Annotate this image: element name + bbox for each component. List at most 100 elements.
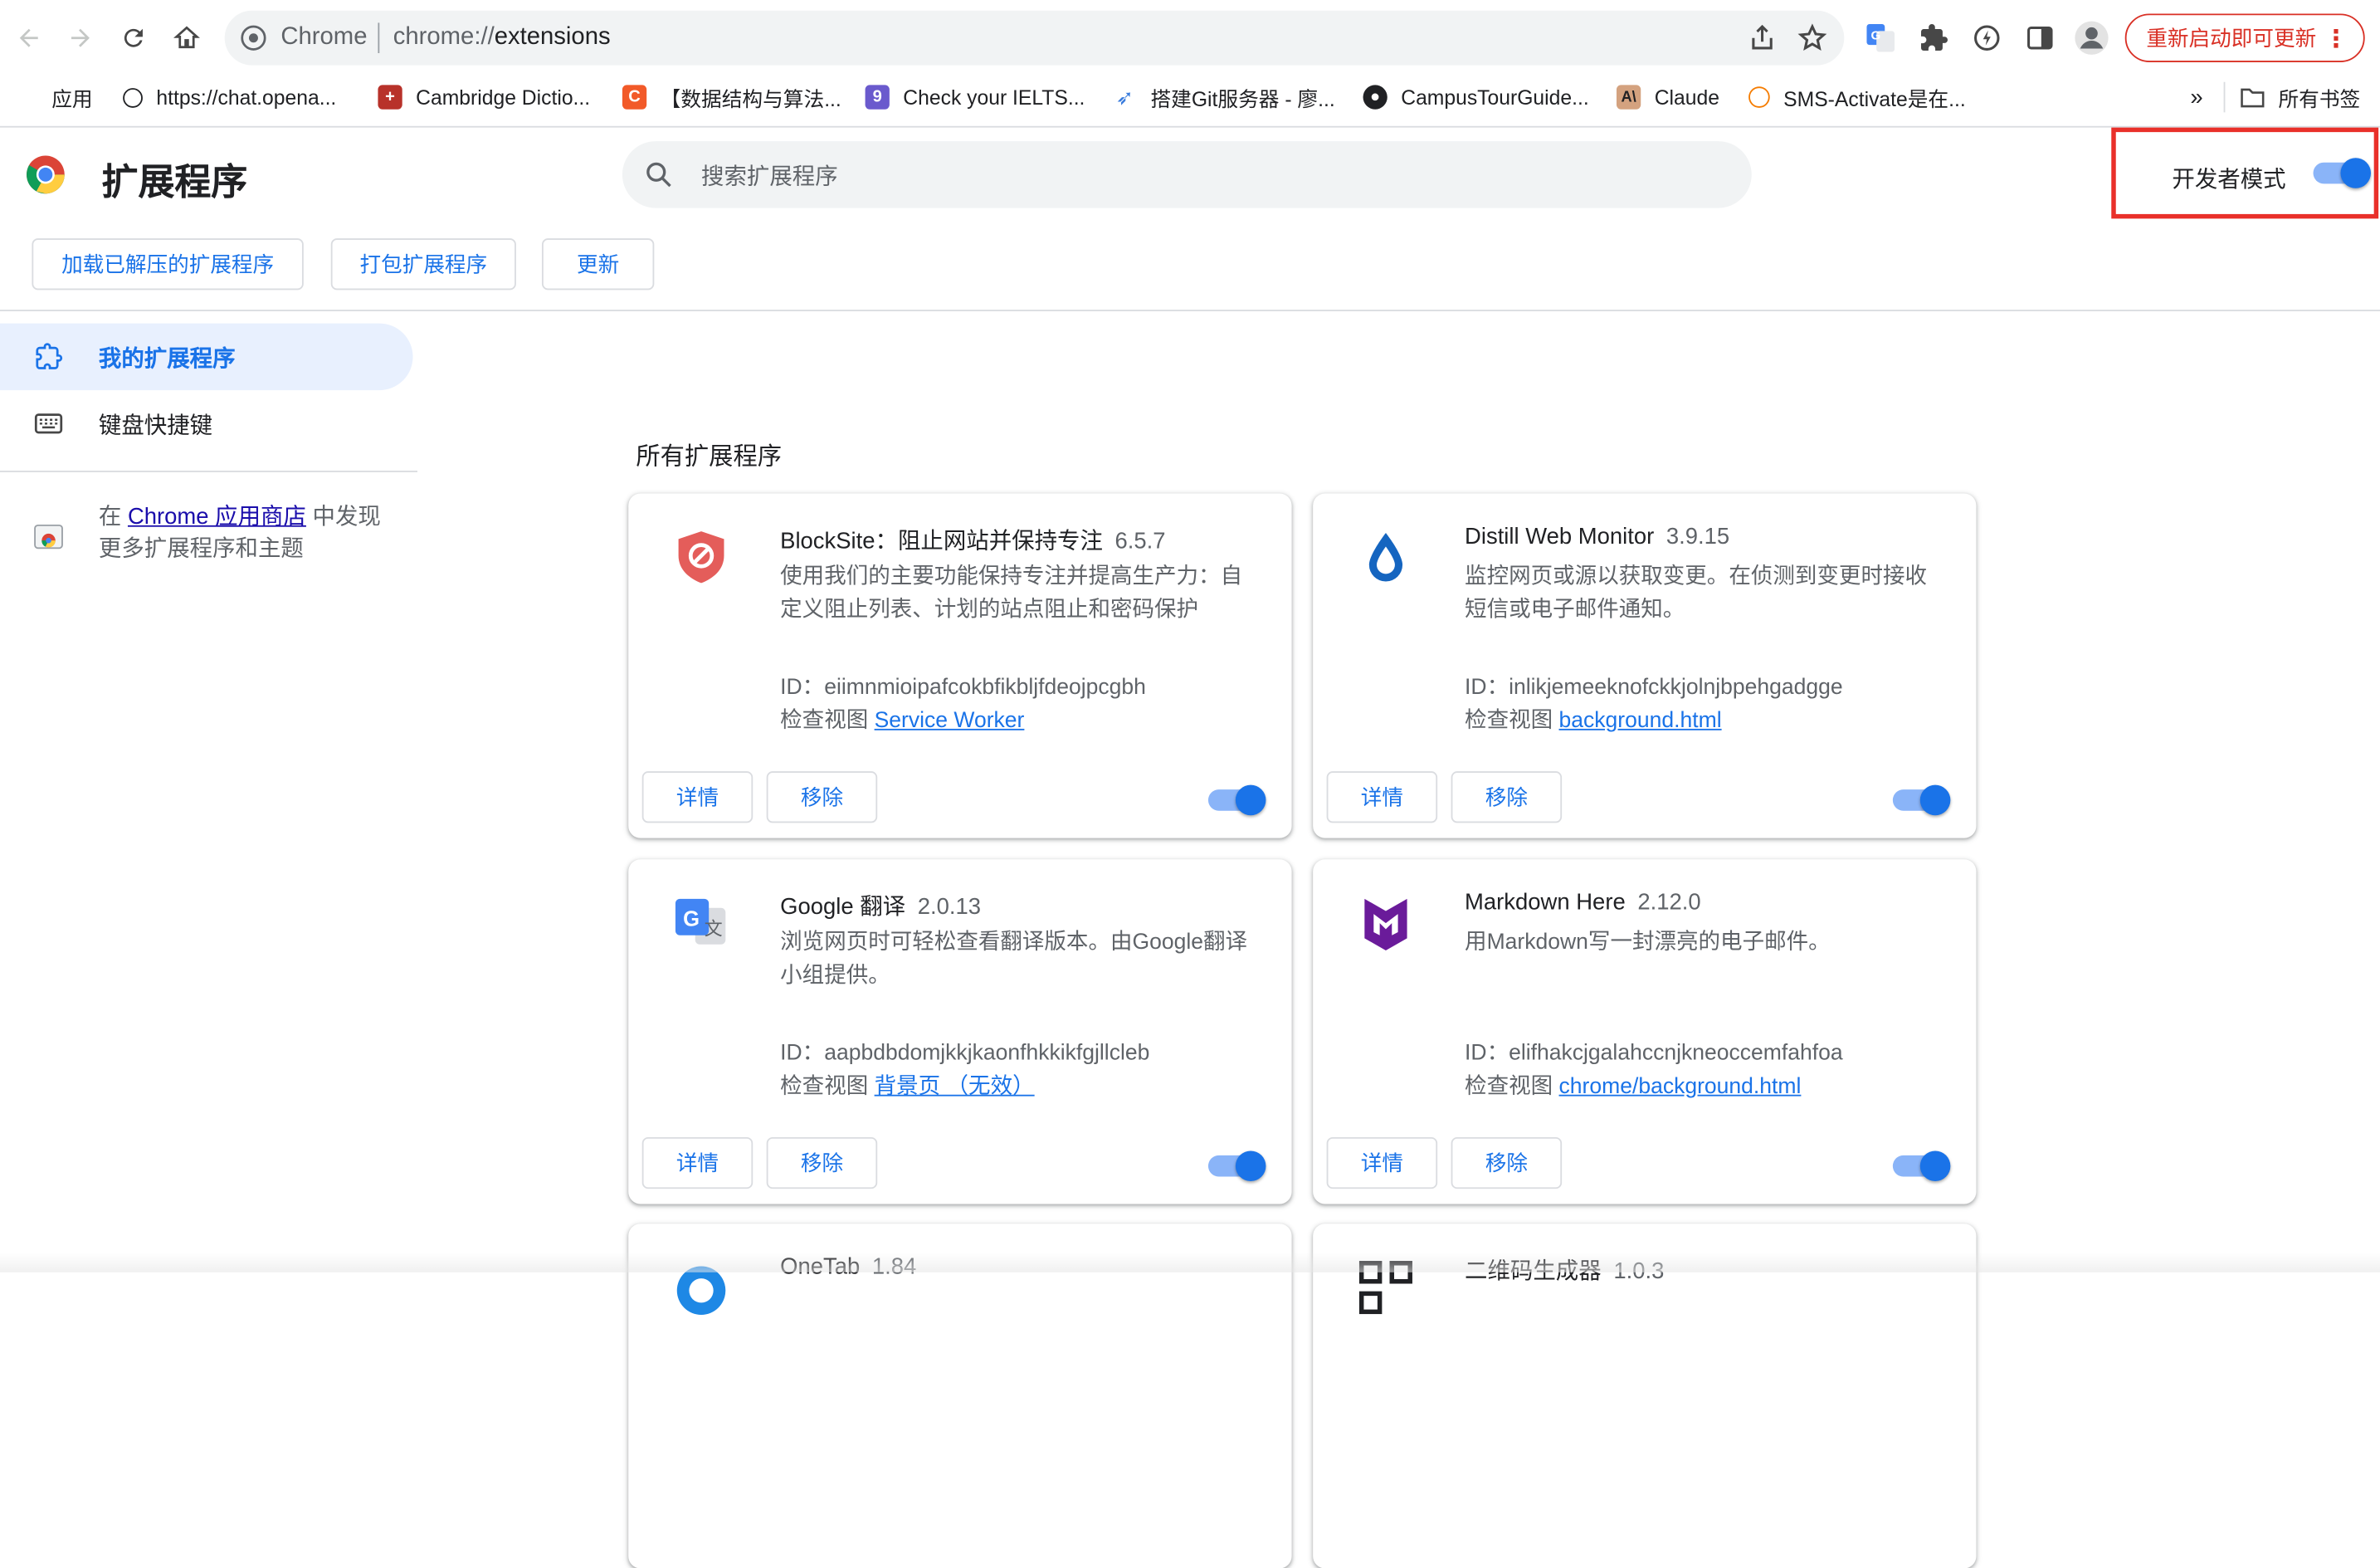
inspect-views-row: 检查视图 background.html (1465, 703, 1722, 735)
sidebar-item-my-extensions[interactable]: 我的扩展程序 (0, 323, 413, 391)
extension-search[interactable] (622, 141, 1752, 208)
page-title: 扩展程序 (101, 162, 248, 204)
remove-button[interactable]: 移除 (766, 771, 878, 823)
inspect-view-link[interactable]: background.html (1559, 709, 1722, 733)
bookmark-label: Claude (1654, 85, 1719, 109)
google-translate-ext-button[interactable]: G (1862, 20, 1899, 56)
inspect-view-link[interactable]: Service Worker (875, 709, 1025, 733)
bookmark-claude[interactable]: A\ Claude (1616, 82, 1719, 113)
bookmark-star-button[interactable] (1797, 22, 1828, 61)
extension-enable-toggle[interactable] (1892, 784, 1951, 816)
store-prefix: 在 (98, 504, 128, 530)
bookmark-chatgpt[interactable]: https://chat.opena... (123, 82, 336, 113)
rocket-icon: ➶ (1115, 84, 1134, 109)
bookmark-label: Check your IELTS... (903, 85, 1085, 109)
bookmark-data-structures[interactable]: C 【数据结构与算法... (622, 82, 841, 113)
extension-id-row: ID：eiimnmioipafcokbfikbljfdeojpcgbh (780, 670, 1146, 701)
back-button[interactable] (11, 20, 47, 56)
sidebar-divider (0, 471, 417, 472)
relaunch-update-button[interactable]: 重新启动即可更新 ⋮ (2124, 13, 2365, 62)
bookmark-label: 应用 (51, 88, 93, 111)
bookmark-git-server[interactable]: ➶ 搭建Git服务器 - 廖... (1113, 82, 1335, 113)
extension-name-row: Markdown Here 2.12.0 (1465, 890, 1701, 916)
svg-text:G: G (1870, 28, 1880, 42)
sidebar-item-keyboard-shortcuts[interactable]: 键盘快捷键 (0, 390, 413, 457)
side-panel-button[interactable] (2022, 20, 2058, 56)
bookmark-label: Cambridge Dictio... (416, 85, 591, 109)
extension-card-google-translate: G文 Google 翻译 2.0.13 浏览网页时可轻松查看翻译版本。由Googl… (628, 859, 1292, 1204)
chrome-logo-icon (27, 155, 65, 194)
details-button[interactable]: 详情 (1326, 771, 1438, 823)
extension-version: 2.12.0 (1637, 889, 1701, 916)
profile-button[interactable] (2074, 20, 2110, 56)
reload-button[interactable] (115, 20, 152, 56)
extension-enable-toggle[interactable] (1207, 784, 1266, 816)
developer-mode-toggle[interactable] (2313, 158, 2372, 188)
inspect-view-link[interactable]: chrome/background.html (1559, 1075, 1802, 1099)
remove-button[interactable]: 移除 (766, 1136, 878, 1189)
speed-icon (1974, 25, 2000, 51)
extension-enable-toggle[interactable] (1207, 1150, 1266, 1182)
extension-description: 浏览网页时可轻松查看翻译版本。由Google翻译小组提供。 (780, 931, 1248, 989)
home-button[interactable] (168, 20, 205, 56)
extension-version: 2.0.13 (917, 894, 982, 921)
toggle-knob (1235, 1150, 1266, 1182)
extension-id-row: ID：aapbdbdomjkkjkaonfhkkikfgjllcleb (780, 1035, 1149, 1067)
bookmark-label: 搭建Git服务器 - 廖... (1150, 88, 1335, 111)
toggle-knob (2340, 158, 2372, 188)
arrow-left-icon (19, 28, 38, 47)
search-input[interactable] (698, 158, 1706, 195)
address-bar[interactable]: Chrome chrome://extensions (224, 10, 1845, 66)
bookmark-apps[interactable]: 应用 (17, 82, 92, 113)
folder-icon (2241, 85, 2265, 109)
bookmark-sms-activate[interactable]: SMS-Activate是在... (1748, 82, 1966, 113)
bookmark-ielts[interactable]: 9 Check your IELTS... (865, 82, 1085, 113)
performance-button[interactable] (1968, 20, 2005, 56)
details-button[interactable]: 详情 (641, 1136, 754, 1189)
inspect-view-link[interactable]: 背景页 （无效） (875, 1075, 1035, 1099)
developer-mode-label: 开发者模式 (2172, 167, 2286, 193)
inspect-views-row: 检查视图 Service Worker (780, 703, 1024, 735)
bookmarks-overflow-button[interactable]: » (2190, 82, 2202, 113)
remove-button[interactable]: 移除 (1451, 1136, 1563, 1189)
id-prefix: ID： (780, 1041, 825, 1067)
header-divider (0, 310, 2380, 311)
chrome-web-store-link[interactable]: Chrome 应用商店 (128, 504, 306, 530)
share-button[interactable] (1747, 22, 1778, 61)
bookmark-all-bookmarks[interactable]: 所有书签 (2241, 82, 2360, 113)
extension-id: eiimnmioipafcokbfikbljfdeojpcgbh (824, 675, 1146, 701)
section-title: 所有扩展程序 (636, 444, 783, 471)
remove-button[interactable]: 移除 (1451, 771, 1563, 823)
bookmark-label: CampusTourGuide... (1401, 85, 1589, 109)
pack-extension-button[interactable]: 打包扩展程序 (330, 238, 516, 291)
load-unpacked-button[interactable]: 加载已解压的扩展程序 (32, 238, 304, 291)
extension-card-blocksite: BlockSite：阻止网站并保持专注 6.5.7 使用我们的主要功能保持专注并提… (628, 493, 1292, 838)
browser-toolbar: Chrome chrome://extensions G 重新启动即可更新 ⋮ (0, 0, 2380, 76)
inspect-views-row: 检查视图 背景页 （无效） (780, 1069, 1034, 1101)
extension-description: 使用我们的主要功能保持专注并提高生产力：自定义阻止列表、计划的站点阻止和密码保护 (780, 564, 1243, 623)
details-button[interactable]: 详情 (641, 771, 754, 823)
distill-drop-icon (1368, 533, 1403, 582)
more-menu-icon[interactable]: ⋮ (2324, 24, 2348, 55)
extension-card-qr-code: 二维码生成器1.0.3 (1313, 1224, 1977, 1568)
extension-name: Google 翻译 (780, 894, 906, 921)
details-button[interactable]: 详情 (1326, 1136, 1438, 1189)
extension-name: Markdown Here (1465, 889, 1626, 916)
openai-icon (123, 87, 143, 107)
extension-id-row: ID：elifhakcjgalahccnjkneoccemfahfoa (1465, 1035, 1843, 1067)
url-scheme: chrome:// (393, 24, 495, 51)
anthropic-icon: A\ (1616, 85, 1641, 110)
bookmark-campus-tour[interactable]: ● CampusTourGuide... (1363, 82, 1589, 113)
extension-enable-toggle[interactable] (1892, 1150, 1951, 1182)
share-icon (1752, 24, 1773, 50)
extension-card-onetab: OneTab1.84 (628, 1224, 1292, 1568)
update-button[interactable]: 更新 (541, 238, 655, 291)
side-panel-icon (2027, 27, 2053, 50)
url-text[interactable]: chrome://extensions (393, 24, 611, 51)
bookmark-cambridge[interactable]: + Cambridge Dictio... (378, 82, 590, 113)
cambridge-icon: + (378, 85, 402, 110)
forward-button[interactable] (62, 20, 99, 56)
reload-icon (124, 28, 143, 47)
extensions-menu-button[interactable] (1915, 20, 1952, 56)
svg-text:G: G (683, 908, 700, 931)
